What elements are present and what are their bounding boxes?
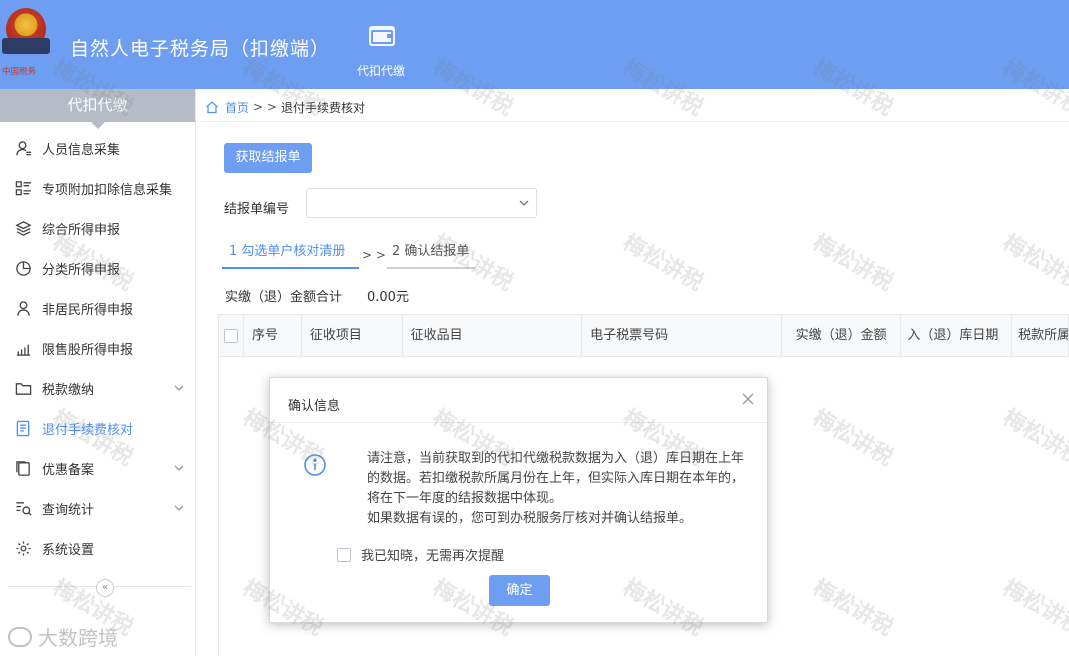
confirm-button[interactable]: 确定 — [489, 575, 550, 606]
sidebar-item-person-info[interactable]: 人员信息采集 — [0, 128, 195, 168]
brand-watermark-text: 大数跨境 — [38, 626, 118, 650]
sidebar-nav: 人员信息采集 专项附加扣除信息采集 综合所得申报 分类所得申报 非居民所得申报 — [0, 128, 195, 568]
copy-icon — [14, 459, 32, 477]
gear-icon — [14, 539, 32, 557]
column-header-paid-amount[interactable]: 实缴（退）金额 — [782, 315, 902, 356]
column-header-tax-period[interactable]: 税款所属 — [1012, 315, 1068, 356]
step-tab-confirm-statement[interactable]: 2 确认结报单 — [387, 243, 475, 269]
sidebar-item-classified-income[interactable]: 分类所得申报 — [0, 248, 195, 288]
sidebar-item-fee-refund-check[interactable]: 退付手续费核对 — [0, 408, 195, 448]
close-icon[interactable] — [741, 392, 755, 406]
select-all-checkbox[interactable] — [223, 328, 238, 343]
step-separator: > > — [362, 248, 386, 262]
dialog-message: 请注意，当前获取到的代扣代缴税款数据为入（退）库日期在上年的数据。若扣缴税款所属… — [342, 449, 752, 529]
breadcrumb-home[interactable]: 首页 — [225, 99, 249, 116]
confirm-dialog: 确认信息 请注意，当前获取到的代扣代缴税款数据为入（退）库日期在上年的数据。若扣… — [269, 377, 768, 623]
dont-remind-label: 我已知晓，无需再次提醒 — [361, 549, 505, 564]
watermark: 梅松讲税 — [998, 229, 1069, 296]
column-header-levy-category[interactable]: 征收品目 — [403, 315, 583, 356]
home-icon[interactable] — [205, 100, 219, 114]
column-header-storage-date[interactable]: 入（退）库日期 — [901, 315, 1013, 356]
chevron-down-icon — [174, 505, 184, 511]
sidebar-item-special-deduction[interactable]: 专项附加扣除信息采集 — [0, 168, 195, 208]
bar-chart-icon — [14, 339, 32, 357]
fetch-statement-button[interactable]: 获取结报单 — [224, 143, 312, 173]
info-icon — [304, 454, 326, 476]
breadcrumb-current: 退付手续费核对 — [280, 100, 365, 115]
chevron-down-icon — [174, 465, 184, 471]
module-tab-withholding[interactable]: 代扣代缴 — [350, 24, 412, 84]
statement-number-label: 结报单编号 — [224, 202, 290, 217]
dialog-message-line: 如果数据有误的，您可到办税服务厅核对并确认结报单。 — [367, 511, 693, 526]
total-amount-value: 0.00元 — [367, 290, 409, 305]
brand-watermark: 大数跨境 — [8, 622, 118, 651]
step-tab-check-list[interactable]: 1 勾选单户核对清册 — [222, 243, 359, 269]
sidebar-item-comprehensive-income[interactable]: 综合所得申报 — [0, 208, 195, 248]
document-icon — [14, 419, 32, 437]
user-outline-icon — [14, 299, 32, 317]
watermark: 梅松讲税 — [618, 229, 708, 296]
chevron-down-icon — [519, 200, 529, 206]
sidebar-item-tax-payment[interactable]: 税款缴纳 — [0, 368, 195, 408]
sidebar: 代扣代缴 人员信息采集 专项附加扣除信息采集 综合所得申报 分类所得申报 非居民… — [0, 89, 196, 656]
breadcrumb-separator: > > — [253, 100, 277, 114]
list-grid-icon — [14, 179, 32, 197]
statement-number-select[interactable] — [306, 188, 537, 218]
dont-remind-checkbox[interactable] — [337, 547, 351, 562]
sidebar-item-restricted-stock[interactable]: 限售股所得申报 — [0, 328, 195, 368]
wallet-icon — [369, 26, 395, 46]
folder-icon — [14, 379, 32, 397]
pie-chart-icon — [14, 259, 32, 277]
select-all-cell — [219, 315, 244, 356]
dont-remind-option[interactable]: 我已知晓，无需再次提醒 — [337, 545, 504, 564]
layers-icon — [14, 219, 32, 237]
sidebar-title: 代扣代缴 — [0, 89, 195, 129]
column-header-index[interactable]: 序号 — [244, 315, 302, 356]
dialog-title: 确认信息 — [288, 399, 341, 414]
table-header: 序号 征收项目 征收品目 电子税票号码 实缴（退）金额 入（退）库日期 税款所属 — [218, 314, 1069, 357]
sidebar-item-system-settings[interactable]: 系统设置 — [0, 528, 195, 568]
breadcrumb: 首页 > > 退付手续费核对 — [205, 97, 365, 117]
tax-emblem-logo: 中国税务 — [2, 8, 50, 78]
sidebar-item-preferential-filing[interactable]: 优惠备案 — [0, 448, 195, 488]
person-icon — [14, 139, 32, 157]
logo-text: 中国税务 — [2, 67, 36, 77]
column-header-e-ticket-number[interactable]: 电子税票号码 — [582, 315, 782, 356]
total-amount-label: 实缴（退）金额合计 — [225, 290, 343, 305]
dialog-message-line: 请注意，当前获取到的代扣代缴税款数据为入（退）库日期在上年的数据。若扣缴税款所属… — [367, 451, 745, 506]
brand-logo-icon — [8, 626, 32, 647]
sidebar-item-nonresident-income[interactable]: 非居民所得申报 — [0, 288, 195, 328]
column-header-levy-item[interactable]: 征收项目 — [302, 315, 403, 356]
chevron-down-icon — [174, 385, 184, 391]
top-header: 中国税务 自然人电子税务局（扣缴端） 代扣代缴 — [0, 0, 1069, 89]
search-list-icon — [14, 499, 32, 517]
collapse-sidebar-button[interactable]: « — [96, 579, 114, 597]
app-title: 自然人电子税务局（扣缴端） — [70, 38, 331, 60]
module-label: 代扣代缴 — [356, 64, 405, 78]
watermark: 梅松讲税 — [808, 229, 898, 296]
sidebar-item-query-statistics[interactable]: 查询统计 — [0, 488, 195, 528]
